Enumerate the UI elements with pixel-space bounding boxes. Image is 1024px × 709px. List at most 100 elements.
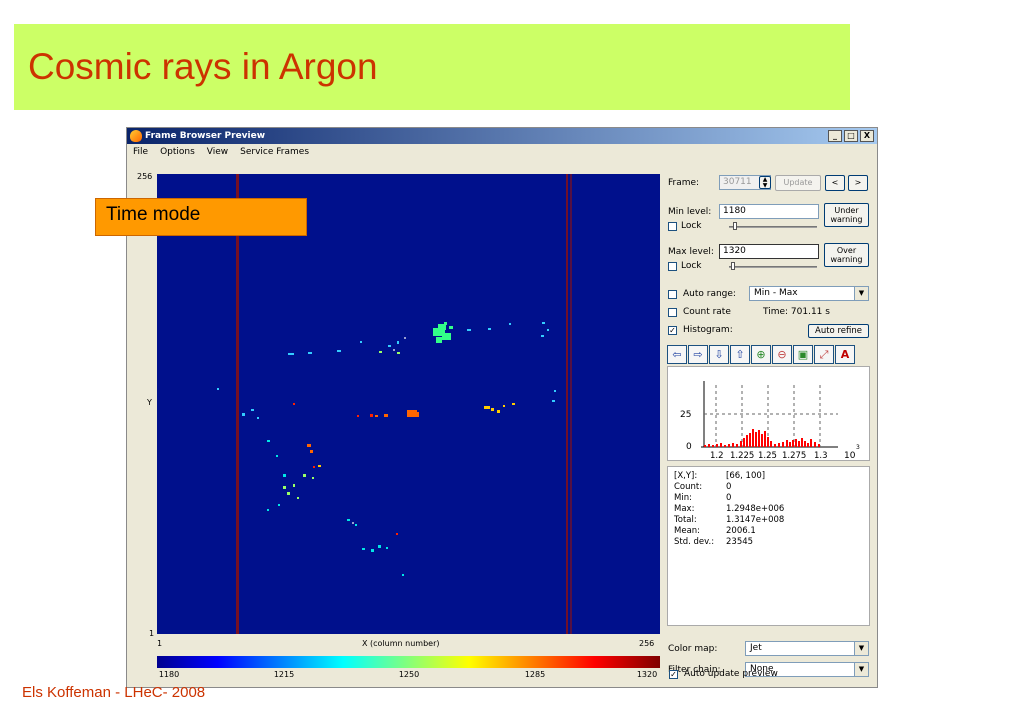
hist-x-tick: 1.25	[758, 451, 777, 460]
stat-key: Mean:	[674, 526, 701, 536]
app-icon	[130, 130, 142, 142]
maximize-button[interactable]: □	[844, 130, 858, 142]
statistics-box: [X,Y]: [66, 100] Count: 0 Min: 0 Max: 1.2948…	[667, 466, 870, 626]
auto-update-label: Auto update preview	[684, 669, 778, 679]
hist-x-tick: 1.3	[814, 451, 828, 460]
menu-file[interactable]: File	[133, 147, 148, 157]
color-scale-bar	[157, 656, 660, 668]
menu-options[interactable]: Options	[160, 147, 195, 157]
menu-view[interactable]: View	[207, 147, 228, 157]
stat-row: [X,Y]: [66, 100]	[674, 471, 863, 482]
chevron-down-icon[interactable]: ▼	[854, 663, 868, 676]
min-level-slider-thumb[interactable]	[733, 222, 737, 230]
minimize-button[interactable]: _	[828, 130, 842, 142]
prev-frame-button[interactable]: <	[825, 175, 845, 191]
zoom-in-icon[interactable]: ⊕	[751, 345, 771, 364]
color-tick: 1320	[636, 670, 658, 679]
cosmic-track-top	[433, 322, 453, 343]
hist-x-tick: 1.225	[730, 451, 754, 460]
min-level-slider[interactable]	[729, 226, 817, 228]
auto-scale-icon[interactable]: A	[835, 345, 855, 364]
hist-x-multiplier: 10	[844, 451, 856, 460]
stat-row: Min: 0	[674, 493, 863, 504]
auto-range-label: Auto range:	[683, 289, 736, 299]
time-mode-callout: Time mode	[95, 198, 307, 236]
histogram-svg: 25 0 1.2 1.225 1.25 1.275 1.3 10 3	[680, 381, 860, 461]
update-button[interactable]: Update	[775, 175, 821, 191]
color-tick: 1180	[158, 670, 180, 679]
stat-value: 23545	[726, 537, 754, 547]
stat-key: Std. dev.:	[674, 537, 715, 547]
hist-y-tick: 0	[686, 442, 692, 452]
next-frame-button[interactable]: >	[848, 175, 868, 191]
over-warning-label-1: Over	[836, 246, 857, 255]
arrow-up-icon[interactable]: ⇧	[730, 345, 750, 364]
min-level-input[interactable]: 1180	[719, 204, 819, 219]
histogram-plot[interactable]: 25 0 1.2 1.225 1.25 1.275 1.3 10 3	[667, 366, 870, 461]
menu-service-frames[interactable]: Service Frames	[240, 147, 309, 157]
histogram-checkbox[interactable]: ✓	[668, 326, 677, 335]
max-lock-label: Lock	[681, 261, 702, 271]
stat-value: 1.3147e+008	[726, 515, 785, 525]
slide-title-band: Cosmic rays in Argon	[14, 24, 850, 110]
frame-spin-button[interactable]: ▲ ▼	[759, 176, 771, 189]
hist-x-tick: 1.2	[710, 451, 724, 460]
chevron-down-icon[interactable]: ▼	[854, 287, 868, 300]
max-level-input[interactable]: 1320	[719, 244, 819, 259]
color-map-select[interactable]: Jet ▼	[745, 641, 869, 656]
window-titlebar[interactable]: Frame Browser Preview _ □ X	[127, 128, 877, 144]
elapsed-time-text: Time: 701.11 s	[763, 307, 830, 317]
y-axis-max-label: 256	[137, 172, 153, 181]
slide-title: Cosmic rays in Argon	[28, 46, 378, 87]
menu-bar: File Options View Service Frames	[133, 147, 309, 157]
auto-range-checkbox[interactable]	[668, 290, 677, 299]
zoom-fit-icon[interactable]: ⤢	[814, 345, 834, 364]
over-warning-label-2: warning	[830, 255, 863, 264]
y-axis-min-label: 1	[149, 629, 155, 638]
color-map-label: Color map:	[668, 644, 718, 654]
count-rate-checkbox[interactable]	[668, 308, 677, 317]
stat-row: Count: 0	[674, 482, 863, 493]
arrow-down-icon[interactable]: ⇩	[709, 345, 729, 364]
color-tick: 1215	[273, 670, 295, 679]
stat-key: Max:	[674, 504, 695, 514]
max-level-slider[interactable]	[729, 266, 817, 268]
auto-refine-button[interactable]: Auto refine	[808, 324, 869, 338]
x-axis-min-label: 1	[157, 639, 163, 648]
close-button[interactable]: X	[860, 130, 874, 142]
hist-y-tick: 25	[680, 410, 691, 420]
detector-frame-image[interactable]	[157, 174, 660, 634]
auto-range-value: Min - Max	[754, 288, 798, 298]
max-level-slider-thumb[interactable]	[731, 262, 735, 270]
over-warning-button[interactable]: Over warning	[824, 243, 869, 267]
min-level-label: Min level:	[668, 207, 712, 217]
y-axis-label: Y	[147, 398, 152, 407]
chevron-down-icon[interactable]: ▼	[854, 642, 868, 655]
min-lock-checkbox[interactable]	[668, 222, 677, 231]
window-title: Frame Browser Preview	[145, 131, 266, 141]
histogram-label: Histogram:	[683, 325, 733, 335]
zoom-out-icon[interactable]: ⊖	[772, 345, 792, 364]
stat-value: 1.2948e+006	[726, 504, 785, 514]
auto-range-select[interactable]: Min - Max ▼	[749, 286, 869, 301]
frame-pixels	[217, 174, 572, 634]
under-warning-label-1: Under	[834, 206, 859, 215]
stat-key: Total:	[674, 515, 697, 525]
stat-value: 2006.1	[726, 526, 756, 536]
color-tick: 1250	[398, 670, 420, 679]
color-scale-ticks: 1180 1215 1250 1285 1320	[157, 670, 660, 682]
zoom-region-icon[interactable]: ▣	[793, 345, 813, 364]
stat-value: 0	[726, 493, 732, 503]
max-lock-checkbox[interactable]	[668, 262, 677, 271]
under-warning-button[interactable]: Under warning	[824, 203, 869, 227]
hist-x-tick: 1.275	[782, 451, 806, 460]
histogram-bars	[704, 429, 820, 447]
arrow-right-icon[interactable]: ⇨	[688, 345, 708, 364]
stat-row: Max: 1.2948e+006	[674, 504, 863, 515]
arrow-left-icon[interactable]: ⇦	[667, 345, 687, 364]
x-axis-max-label: 256	[639, 639, 655, 648]
auto-update-checkbox[interactable]: ✓	[669, 670, 678, 679]
color-map-value: Jet	[750, 643, 762, 653]
x-axis-label: X (column number)	[362, 639, 440, 648]
count-rate-label: Count rate	[683, 307, 731, 317]
